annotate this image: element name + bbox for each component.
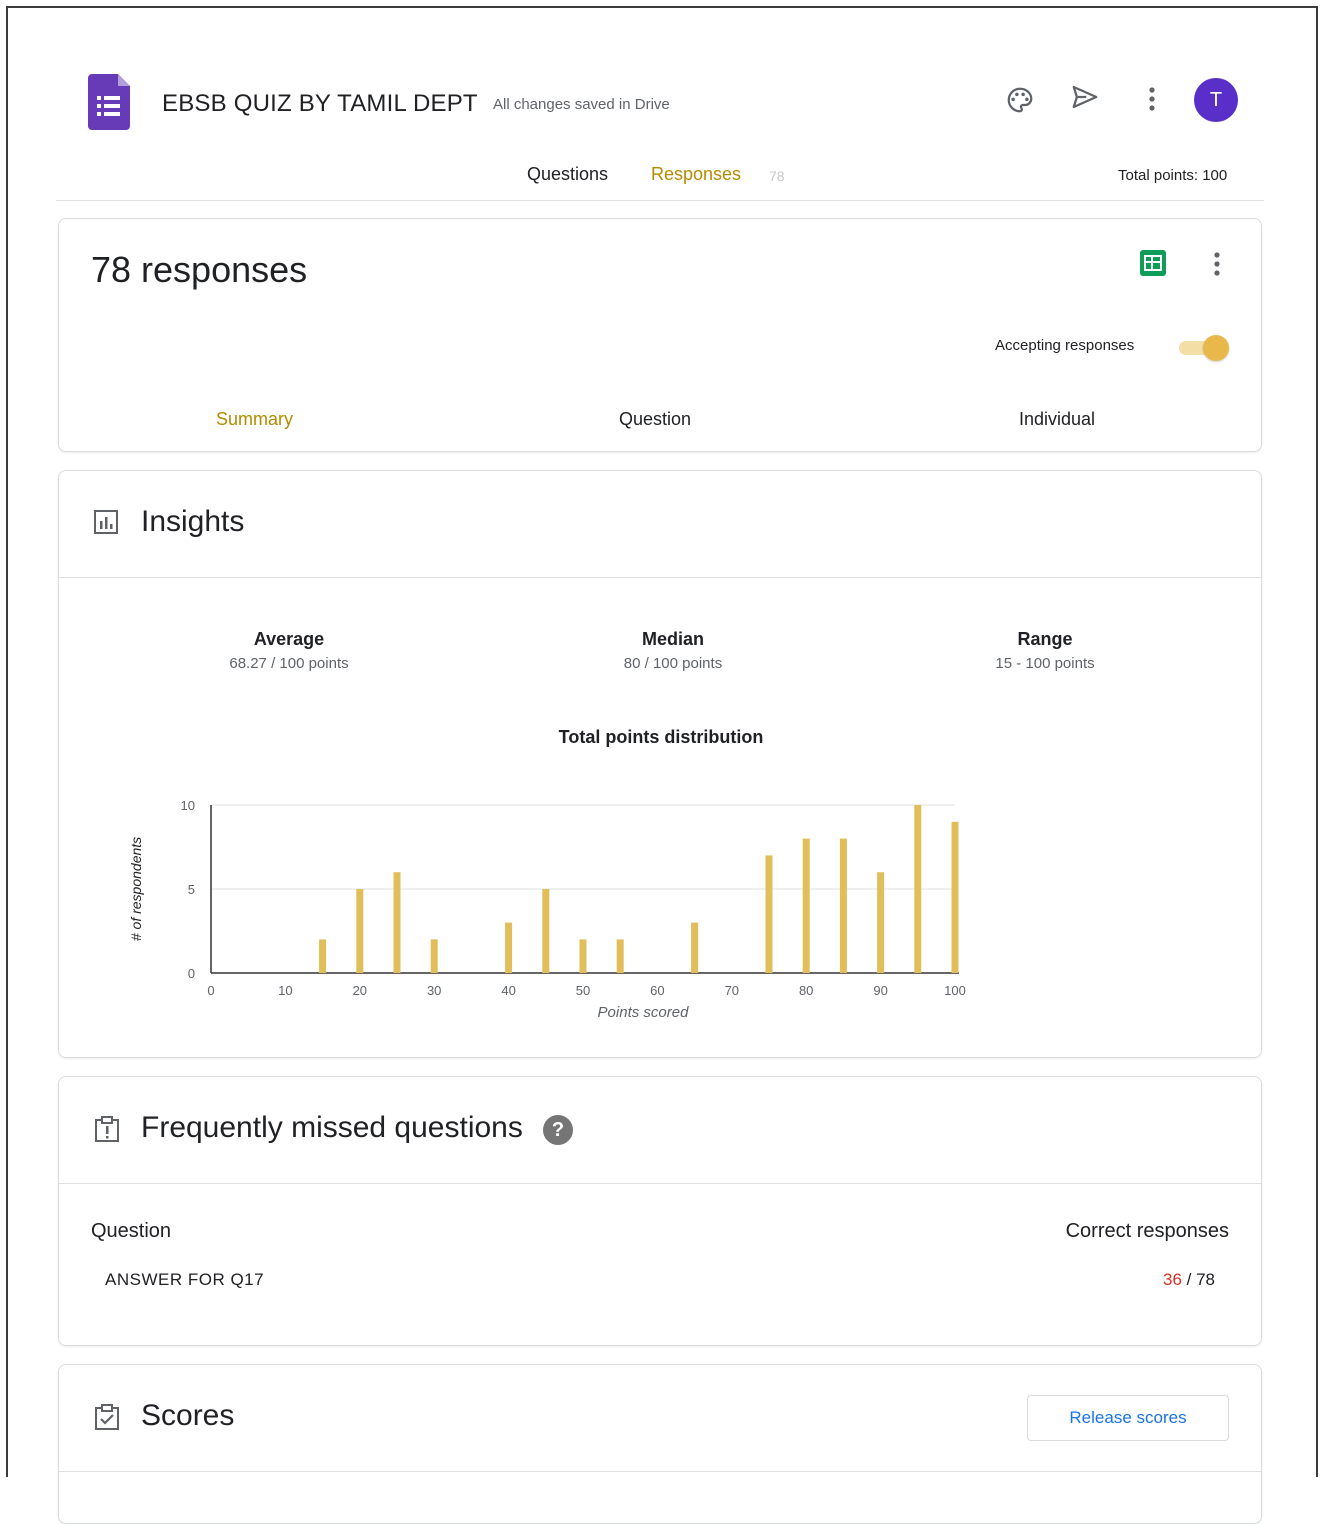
chart-bar: [393, 872, 401, 973]
chart-bar: [839, 838, 847, 973]
missed-questions-title: Frequently missed questions: [141, 1111, 523, 1144]
y-tick-label: 5: [188, 882, 195, 897]
y-tick-label: 10: [181, 798, 195, 813]
sheets-icon[interactable]: [1140, 250, 1166, 276]
x-tick-label: 80: [799, 983, 813, 998]
x-tick-label: 30: [427, 983, 441, 998]
x-tick-label: 100: [944, 983, 966, 998]
subtab-question[interactable]: Question: [619, 409, 691, 430]
chart-bar: [877, 872, 885, 973]
x-tick-label: 60: [650, 983, 664, 998]
correct-total: / 78: [1186, 1270, 1215, 1289]
scores-icon: [93, 1403, 121, 1436]
x-tick-label: 40: [501, 983, 515, 998]
tab-questions[interactable]: Questions: [527, 164, 608, 185]
missed-correct-count: 36 / 78: [1163, 1270, 1215, 1290]
responses-count-badge: 78: [769, 168, 785, 184]
form-title[interactable]: EBSB QUIZ BY TAMIL DEPT: [162, 90, 478, 118]
chart-bar: [430, 939, 438, 973]
palette-icon[interactable]: [1003, 83, 1037, 117]
insights-card: Insights Average 68.27 / 100 points Medi…: [58, 470, 1262, 1058]
missed-question-text: ANSWER FOR Q17: [105, 1270, 265, 1289]
account-avatar[interactable]: T: [1194, 78, 1238, 122]
header-divider: [56, 200, 1264, 201]
scores-card: Scores Release scores: [58, 1364, 1262, 1524]
subtab-summary[interactable]: Summary: [216, 409, 293, 430]
col-question-header: Question: [91, 1220, 172, 1242]
accepting-responses-label: Accepting responses: [995, 337, 1135, 354]
tab-responses[interactable]: Responses: [651, 164, 741, 185]
y-tick-label: 0: [188, 966, 195, 981]
chart-bar: [356, 889, 364, 973]
release-scores-button[interactable]: Release scores: [1027, 1395, 1229, 1441]
more-vert-icon[interactable]: [1135, 82, 1169, 116]
points-distribution-chart: Total points distribution 05100 10 20 30 40 5…: [128, 727, 966, 1021]
x-tick-label: 0: [207, 983, 214, 998]
chart-bar: [951, 821, 959, 973]
chart-title: Total points distribution: [559, 727, 764, 747]
col-correct-header: Correct responses: [1065, 1220, 1229, 1242]
card-more-icon[interactable]: [1213, 251, 1221, 282]
chart-bar: [505, 922, 513, 973]
chart-bar: [542, 889, 550, 973]
x-tick-label: 70: [725, 983, 739, 998]
responses-count-title: 78 responses: [91, 249, 308, 290]
chart-bar: [616, 939, 624, 973]
correct-number: 36: [1162, 1270, 1182, 1289]
chart-bar: [802, 838, 810, 973]
x-tick-label: 90: [873, 983, 887, 998]
accepting-responses-toggle[interactable]: [1179, 335, 1229, 361]
x-tick-label: 20: [353, 983, 367, 998]
missed-divider: [59, 1183, 1261, 1184]
subtab-individual[interactable]: Individual: [1019, 409, 1095, 430]
x-tick-label: 50: [576, 983, 590, 998]
chart-bar: [319, 939, 327, 973]
chart-bar: [579, 939, 587, 973]
chart-bar: [765, 855, 773, 973]
help-icon[interactable]: ?: [543, 1115, 573, 1145]
chart-bar: [691, 922, 699, 973]
x-axis-label: Points scored: [598, 1004, 690, 1021]
chart-bar: [914, 805, 922, 973]
y-axis-label: # of respondents: [128, 837, 144, 941]
scores-divider: [59, 1471, 1261, 1472]
google-forms-icon: [88, 74, 130, 130]
scores-title: Scores: [141, 1399, 235, 1432]
missed-questions-icon: [93, 1115, 121, 1148]
responses-card: 78 responses Accepting responses Summary…: [58, 218, 1262, 452]
x-tick-label: 10: [278, 983, 292, 998]
total-points: Total points: 100: [1118, 167, 1228, 184]
missed-questions-card: Frequently missed questions ? Question C…: [58, 1076, 1262, 1346]
send-icon[interactable]: [1068, 80, 1102, 114]
save-status: All changes saved in Drive: [493, 96, 670, 113]
